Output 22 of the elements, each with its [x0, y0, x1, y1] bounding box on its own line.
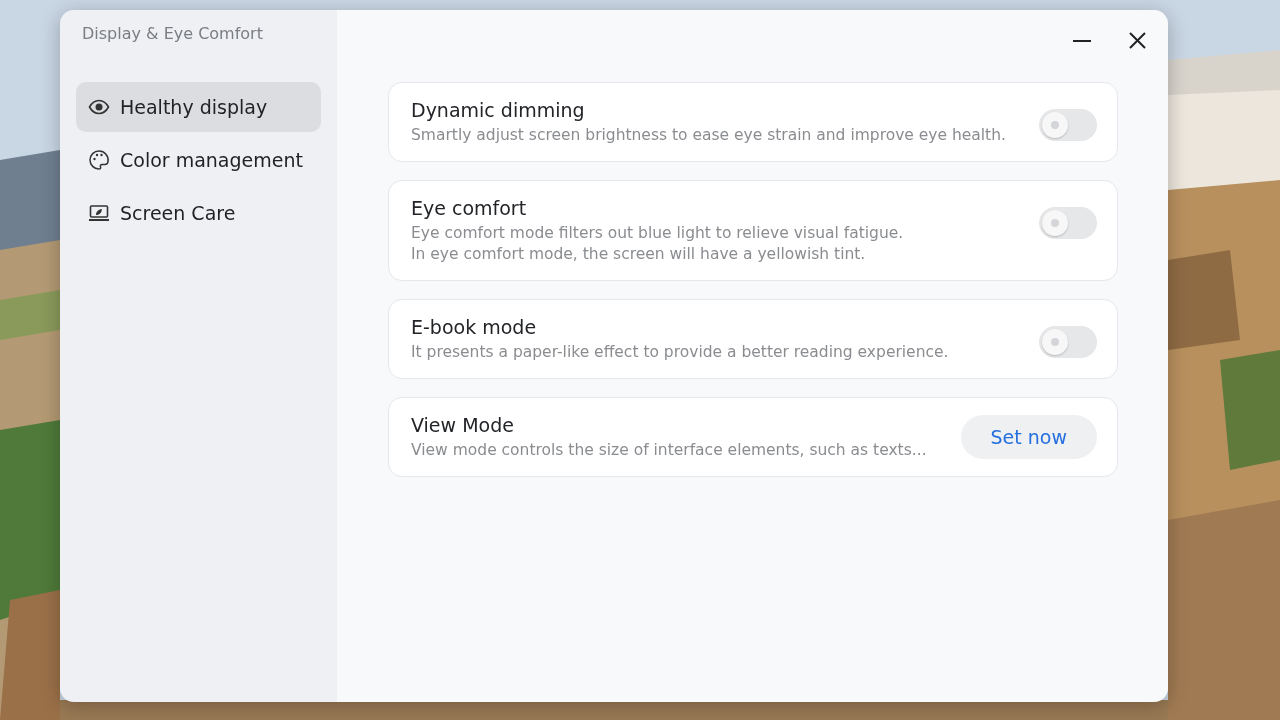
setting-description: It presents a paper-like effect to provide a better reading experience. [411, 343, 950, 361]
setting-description: View mode controls the size of interface elements, such as texts... [411, 441, 928, 459]
sidebar-item[interactable]: Screen Care [76, 188, 321, 238]
setting-description: In eye comfort mode, the screen will have a yellowish tint. [411, 245, 867, 263]
setting-title: Dynamic dimming [411, 99, 586, 121]
window-title: Display & Eye Comfort [81, 23, 264, 45]
laptop-leaf-icon [88, 204, 110, 222]
setting-description: Eye comfort mode filters out blue light to relieve visual fatigue. [411, 224, 905, 242]
toggle-switch[interactable] [1039, 326, 1097, 358]
sidebar-item[interactable]: Healthy display [76, 82, 321, 132]
minimize-icon[interactable] [1073, 39, 1091, 42]
setting-title: Eye comfort [411, 197, 528, 219]
set-now-button[interactable]: Set now [960, 414, 1097, 459]
toggle-switch[interactable] [1039, 109, 1097, 141]
sidebar-item[interactable]: Color management [76, 135, 321, 185]
eye-icon [88, 99, 110, 115]
setting-title: E-book mode [411, 316, 538, 338]
setting-title: View Mode [411, 414, 515, 436]
close-icon[interactable] [1129, 32, 1146, 49]
setting-description: Smartly adjust screen brightness to ease eye strain and improve eye health. [411, 126, 1007, 144]
palette-icon [88, 149, 110, 171]
toggle-switch[interactable] [1039, 207, 1097, 239]
